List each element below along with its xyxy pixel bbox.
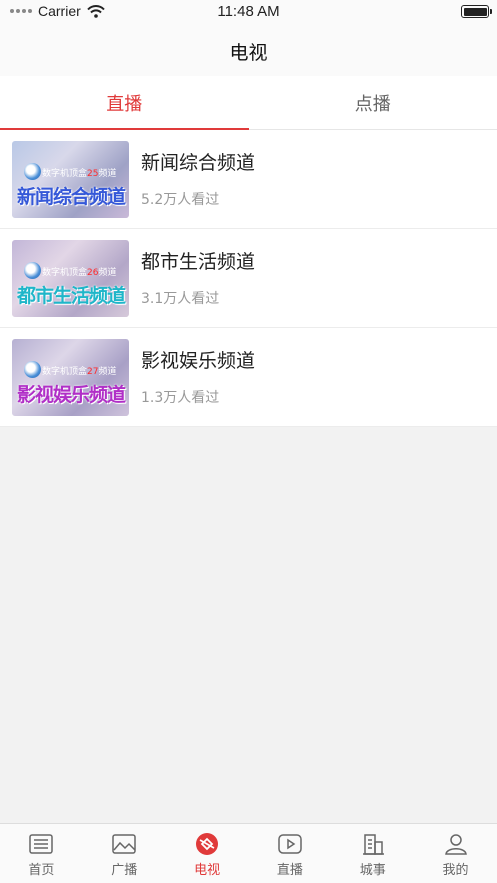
segment-tabs: 直播 点播 xyxy=(0,76,497,130)
channel-info: 都市生活频道 3.1万人看过 xyxy=(141,247,255,308)
channel-views: 1.3万人看过 xyxy=(141,390,220,406)
channel-logo-icon xyxy=(24,163,41,180)
tabbar-radio[interactable]: 广播 xyxy=(83,824,166,883)
tab-live[interactable]: 直播 xyxy=(0,76,249,130)
tab-on-demand[interactable]: 点播 xyxy=(249,76,497,129)
bottom-tab-bar: 首页 广播 电视 直播 城事 我的 xyxy=(0,823,497,883)
image-icon xyxy=(112,834,136,854)
news-icon xyxy=(29,834,54,854)
tabbar-live[interactable]: 直播 xyxy=(248,824,331,883)
channel-logo-icon xyxy=(24,361,41,378)
tabbar-label: 我的 xyxy=(442,863,469,878)
building-icon xyxy=(362,834,384,855)
tabbar-home[interactable]: 首页 xyxy=(0,824,83,883)
tabbar-label: 电视 xyxy=(194,863,221,878)
tabbar-city[interactable]: 城事 xyxy=(331,824,414,883)
battery-icon xyxy=(461,5,492,18)
channel-logo-icon xyxy=(24,262,41,279)
thumbnail-tag: 数字机顶盒26频道 xyxy=(42,268,117,278)
channel-name: 新闻综合频道 xyxy=(141,152,256,174)
thumbnail-tag: 数字机顶盒25频道 xyxy=(42,169,117,179)
channel-name: 影视娱乐频道 xyxy=(141,350,256,372)
channel-views: 3.1万人看过 xyxy=(141,291,220,307)
thumbnail-tag: 数字机顶盒27频道 xyxy=(42,367,117,377)
channel-views: 5.2万人看过 xyxy=(141,192,220,208)
navigation-bar: 电视 xyxy=(0,26,497,76)
channel-item[interactable]: 数字机顶盒26频道 都市生活频道 都市生活频道 3.1万人看过 xyxy=(0,229,497,328)
channel-info: 影视娱乐频道 1.3万人看过 xyxy=(141,346,255,407)
tabbar-profile[interactable]: 我的 xyxy=(414,824,497,883)
tabbar-tv[interactable]: 电视 xyxy=(166,824,249,883)
tabbar-label: 广播 xyxy=(111,863,138,878)
tabbar-label: 首页 xyxy=(28,863,55,878)
channel-thumbnail: 数字机顶盒25频道 新闻综合频道 xyxy=(12,141,129,218)
play-icon xyxy=(278,834,302,854)
thumbnail-title: 都市生活频道 xyxy=(17,285,126,307)
tabbar-label: 直播 xyxy=(276,863,303,878)
channel-list: 数字机顶盒25频道 新闻综合频道 新闻综合频道 5.2万人看过 数字机顶盒26频… xyxy=(0,130,497,427)
channel-item[interactable]: 数字机顶盒27频道 影视娱乐频道 影视娱乐频道 1.3万人看过 xyxy=(0,328,497,427)
channel-item[interactable]: 数字机顶盒25频道 新闻综合频道 新闻综合频道 5.2万人看过 xyxy=(0,130,497,229)
tabbar-label: 城事 xyxy=(359,863,386,878)
channel-info: 新闻综合频道 5.2万人看过 xyxy=(141,148,255,209)
status-bar: Carrier 11:48 AM xyxy=(0,0,497,26)
status-time: 11:48 AM xyxy=(217,3,280,20)
channel-thumbnail: 数字机顶盒26频道 都市生活频道 xyxy=(12,240,129,317)
tv-icon xyxy=(196,833,219,855)
thumbnail-title: 新闻综合频道 xyxy=(17,186,126,208)
channel-thumbnail: 数字机顶盒27频道 影视娱乐频道 xyxy=(12,339,129,416)
profile-icon xyxy=(444,834,467,855)
channel-name: 都市生活频道 xyxy=(141,251,256,273)
thumbnail-title: 影视娱乐频道 xyxy=(17,384,126,406)
page-title: 电视 xyxy=(229,41,268,64)
